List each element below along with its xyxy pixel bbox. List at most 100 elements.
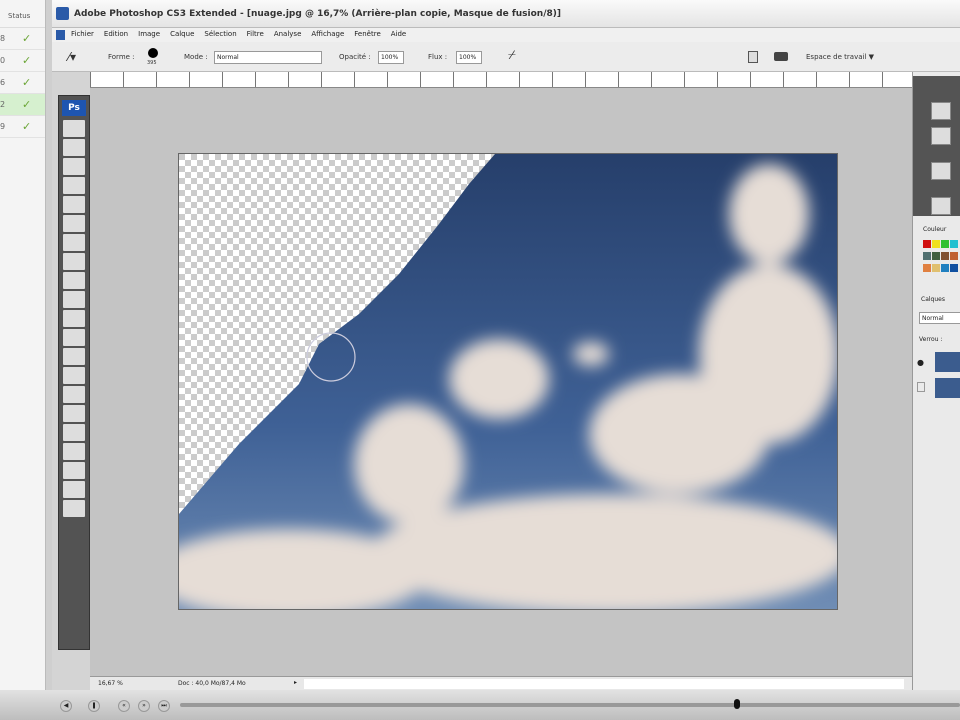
color-swatch[interactable] [932, 264, 940, 272]
right-panel-dock: Couleur Calques Normal Verrou : ● [912, 72, 960, 690]
tools-panel-button[interactable] [931, 162, 951, 180]
menu-fichier[interactable]: Fichier [71, 28, 94, 38]
menu-affichage[interactable]: Affichage [311, 28, 344, 38]
toolbox: Ps [58, 95, 90, 650]
list-item[interactable]: 0 ✓ [0, 50, 45, 72]
history-panel-button[interactable] [931, 102, 951, 120]
eye-icon[interactable]: ● [917, 358, 924, 367]
flux-label: Flux : [428, 53, 448, 61]
bridge-icon[interactable] [774, 52, 788, 61]
tool-button[interactable] [63, 253, 85, 270]
visibility-toggle[interactable] [917, 382, 925, 392]
menu-calque[interactable]: Calque [170, 28, 194, 38]
color-swatch[interactable] [932, 252, 940, 260]
color-swatch[interactable] [941, 252, 949, 260]
tool-button[interactable] [63, 481, 85, 498]
seek-bar[interactable] [180, 703, 960, 707]
prev-button[interactable]: « [118, 700, 130, 712]
list-item[interactable]: 8 ✓ [0, 28, 45, 50]
tool-button[interactable] [63, 367, 85, 384]
tool-button[interactable] [63, 177, 85, 194]
brush-preset-picker[interactable] [148, 48, 158, 58]
menu-analyse[interactable]: Analyse [274, 28, 302, 38]
rewind-button[interactable]: ◀ [60, 700, 72, 712]
menu-edition[interactable]: Edition [104, 28, 128, 38]
window-title: Adobe Photoshop CS3 Extended - [nuage.jp… [74, 9, 561, 19]
document-icon [56, 30, 65, 40]
workspace-menu[interactable]: Espace de travail ▼ [806, 53, 874, 61]
zoom-level[interactable]: 16,67 % [98, 680, 123, 687]
next-button[interactable]: » [138, 700, 150, 712]
item-id: 2 [0, 100, 6, 109]
color-swatch[interactable] [923, 252, 931, 260]
list-item[interactable]: 6 ✓ [0, 72, 45, 94]
color-swatch[interactable] [941, 240, 949, 248]
status-column-header: Status [0, 0, 45, 28]
ps-logo: Ps [62, 100, 86, 116]
color-swatch[interactable] [941, 264, 949, 272]
list-item[interactable]: 2 ✓ [0, 94, 45, 116]
end-button[interactable]: ⏭ [158, 700, 170, 712]
video-player-controls: ◀ ❚ « » ⏭ [0, 690, 960, 720]
check-icon: ✓ [22, 120, 32, 133]
opacity-input[interactable]: 100% [378, 51, 404, 64]
color-swatch[interactable] [950, 252, 958, 260]
item-id: 6 [0, 78, 6, 87]
menu-filtre[interactable]: Filtre [247, 28, 264, 38]
horizontal-scrollbar[interactable] [304, 679, 904, 689]
color-swatch[interactable] [950, 240, 958, 248]
menu-aide[interactable]: Aide [391, 28, 406, 38]
document-canvas[interactable] [178, 153, 838, 610]
menu-image[interactable]: Image [138, 28, 160, 38]
blend-mode-select[interactable]: Normal [919, 312, 960, 324]
mode-label: Mode : [184, 53, 208, 61]
check-icon: ✓ [22, 54, 32, 67]
color-tab[interactable]: Couleur [923, 226, 946, 233]
brush-tool-icon[interactable]: ⁄▾ [68, 50, 76, 64]
menu-fenetre[interactable]: Fenêtre [354, 28, 380, 38]
list-item[interactable]: 9 ✓ [0, 116, 45, 138]
color-swatch[interactable] [923, 240, 931, 248]
tool-button[interactable] [63, 291, 85, 308]
tool-button[interactable] [63, 443, 85, 460]
tool-button[interactable] [63, 348, 85, 365]
color-swatch[interactable] [923, 264, 931, 272]
tool-button[interactable] [63, 386, 85, 403]
tool-button[interactable] [63, 424, 85, 441]
tool-button[interactable] [63, 158, 85, 175]
divider [46, 0, 52, 690]
item-id: 0 [0, 56, 6, 65]
color-swatch[interactable] [950, 264, 958, 272]
status-menu-arrow[interactable]: ▸ [294, 679, 297, 686]
tool-button[interactable] [63, 310, 85, 327]
tool-button[interactable] [63, 272, 85, 289]
flux-input[interactable]: 100% [456, 51, 482, 64]
airbrush-icon[interactable]: ⌿ [508, 48, 516, 63]
mode-select[interactable]: Normal [214, 51, 322, 64]
pause-button[interactable]: ❚ [88, 700, 100, 712]
color-swatch[interactable] [932, 240, 940, 248]
tool-button[interactable] [63, 120, 85, 137]
tool-button[interactable] [63, 234, 85, 251]
layers-tab[interactable]: Calques [921, 296, 945, 303]
options-bar: ⁄▾ Forme : 395 Mode : Normal Opacité : 1… [52, 42, 960, 72]
navigator-panel-button[interactable] [931, 197, 951, 215]
layer-thumbnail-copy[interactable] [935, 352, 960, 372]
file-browser-icon[interactable] [748, 51, 758, 63]
menu-selection[interactable]: Sélection [204, 28, 236, 38]
tool-button[interactable] [63, 196, 85, 213]
seek-handle[interactable] [733, 699, 740, 709]
tool-button[interactable] [63, 462, 85, 479]
check-icon: ✓ [22, 98, 32, 111]
brush-size: 395 [147, 60, 157, 66]
tool-button[interactable] [63, 405, 85, 422]
tool-button[interactable] [63, 329, 85, 346]
tool-button[interactable] [63, 139, 85, 156]
tool-button[interactable] [63, 500, 85, 517]
actions-panel-button[interactable] [931, 127, 951, 145]
layer-thumbnail-background[interactable] [935, 378, 960, 398]
photoshop-app-icon [56, 7, 69, 20]
opacity-label: Opacité : [339, 53, 371, 61]
tool-button[interactable] [63, 215, 85, 232]
job-list-panel: Status 8 ✓ 0 ✓ 6 ✓ 2 ✓ 9 ✓ [0, 0, 46, 690]
